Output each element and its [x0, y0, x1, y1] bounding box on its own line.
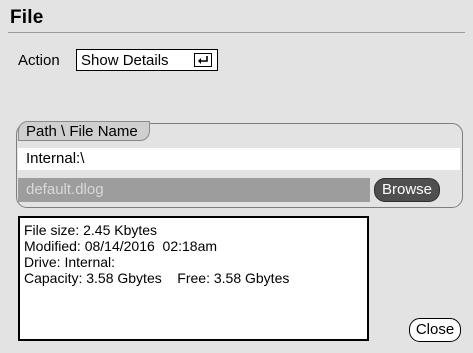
path-value: Internal:\ [26, 150, 85, 167]
close-button[interactable]: Close [409, 318, 461, 342]
capacity-text: Capacity: 3.58 Gbytes Free: 3.58 Gbytes [24, 270, 290, 286]
path-file-group-label: Path \ File Name [18, 121, 150, 141]
filename-field[interactable]: default.dlog [18, 178, 370, 202]
action-select-value: Show Details [81, 52, 169, 69]
modified-text: Modified: 08/14/2016 02:18am [24, 238, 218, 254]
path-file-label-text: Path \ File Name [26, 123, 138, 140]
filename-value: default.dlog [26, 181, 104, 198]
browse-button[interactable]: Browse [374, 178, 440, 202]
title-bar: File [0, 0, 473, 42]
action-label: Action [18, 52, 60, 69]
dialog-title: File [10, 7, 44, 28]
title-divider [8, 32, 465, 33]
drive-text: Drive: Internal: [24, 254, 116, 270]
path-field[interactable]: Internal:\ [18, 148, 460, 170]
file-details-box: File size: 2.45 Kbytes Modified: 08/14/2… [18, 216, 369, 341]
file-size-text: File size: 2.45 Kbytes [24, 222, 158, 238]
enter-key-icon[interactable] [194, 53, 212, 67]
action-select[interactable]: Show Details [76, 49, 218, 71]
